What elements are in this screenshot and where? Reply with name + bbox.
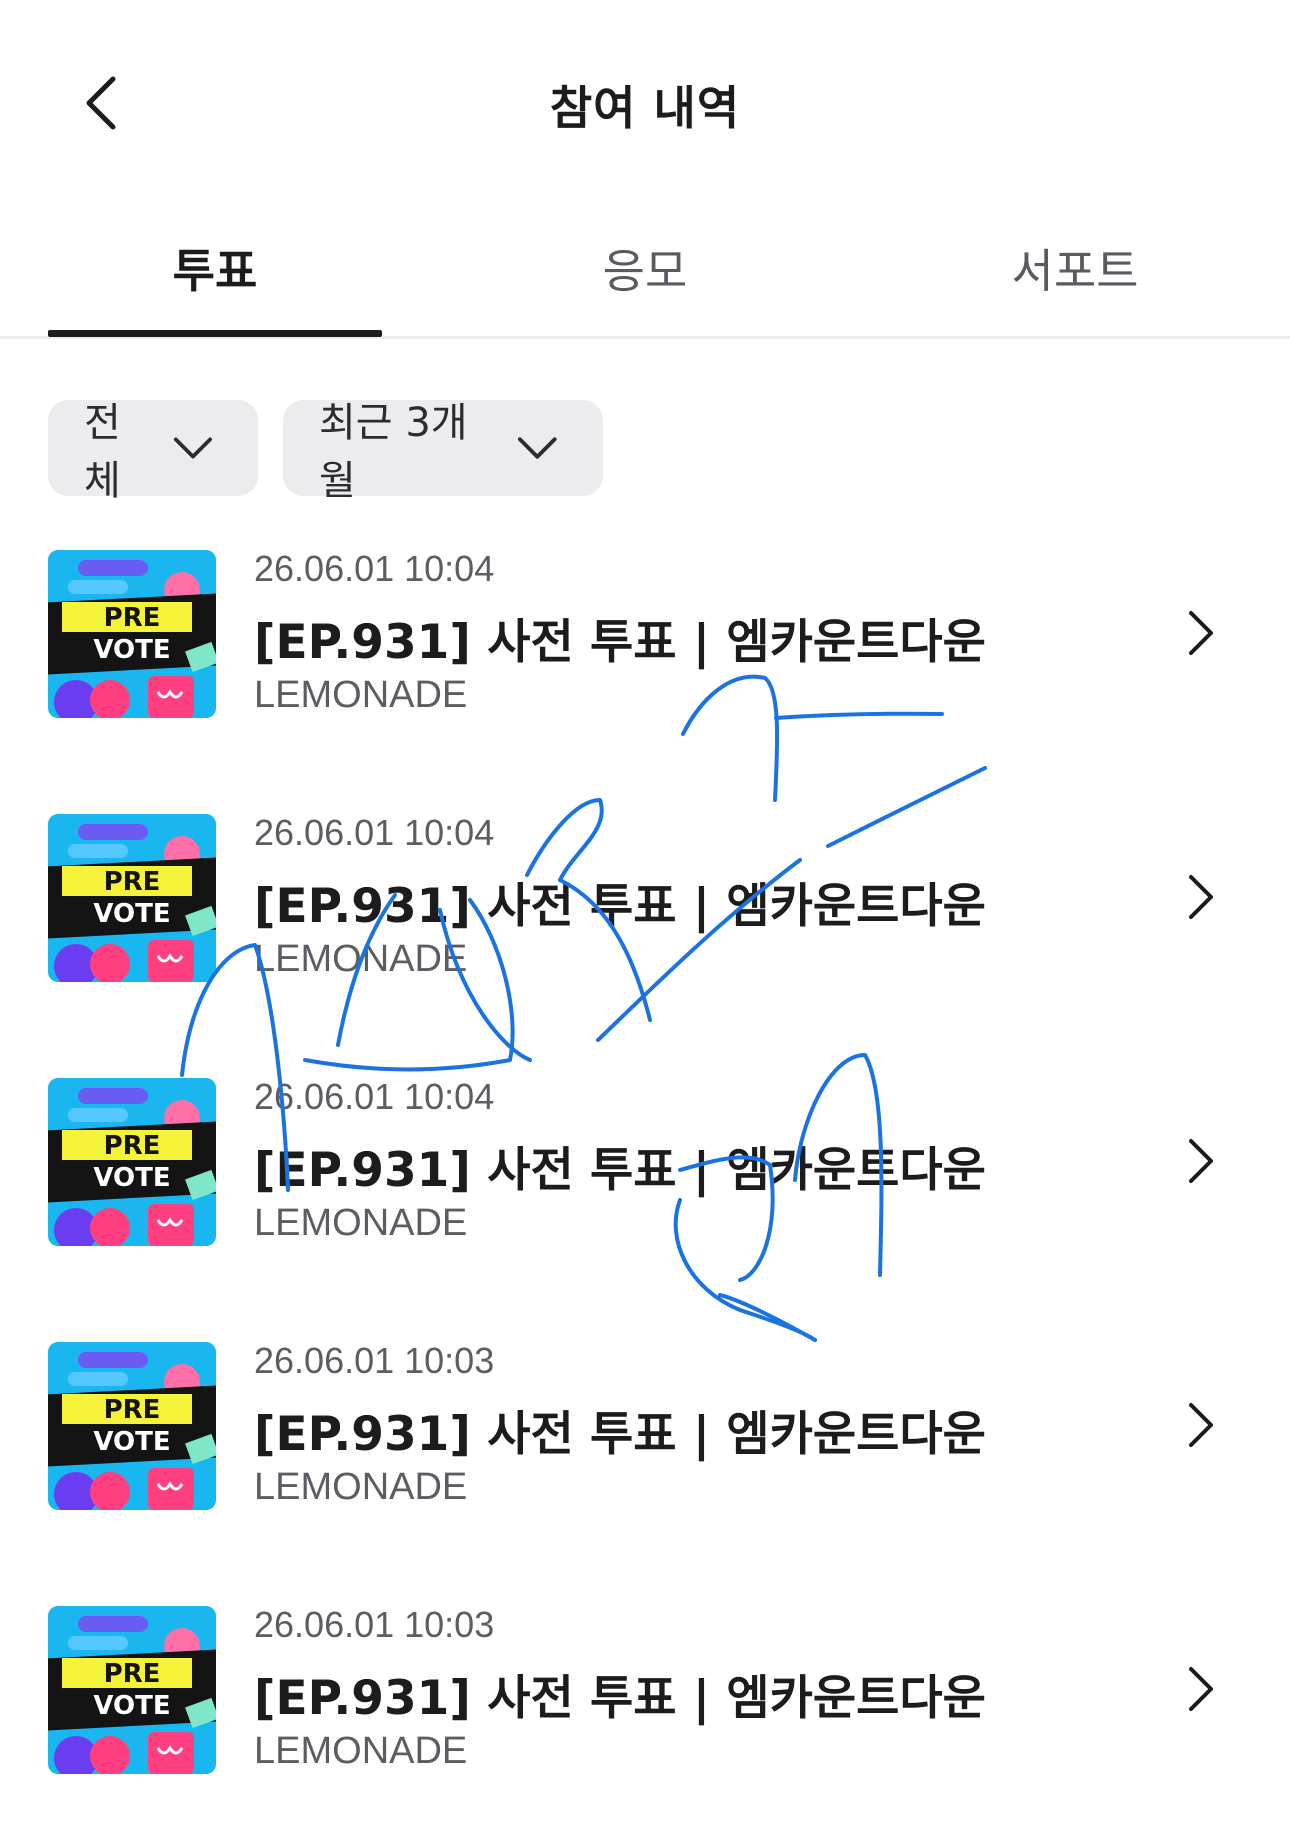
event-thumbnail: PRE VOTE bbox=[48, 1078, 216, 1246]
filter-period-dropdown[interactable]: 최근 3개월 bbox=[283, 400, 603, 504]
item-timestamp: 26.06.01 10:04 bbox=[254, 548, 495, 589]
item-title: [EP.931] 사전 투표 | 엠카운트다운 bbox=[254, 615, 986, 670]
item-subtitle: LEMONADE bbox=[254, 674, 468, 716]
list-item[interactable]: PRE VOTE 26.06.01 10:04 [EP.931] 사전 투표 |… bbox=[0, 1076, 1290, 1246]
item-title: [EP.931] 사전 투표 | 엠카운트다운 bbox=[254, 1143, 986, 1198]
list-item[interactable]: PRE VOTE 26.06.01 10:03 [EP.931] 사전 투표 |… bbox=[0, 1604, 1290, 1774]
tab-support[interactable]: 서포트 bbox=[860, 235, 1290, 301]
chevron-right-icon bbox=[1189, 875, 1213, 919]
chevron-right-icon bbox=[1189, 611, 1213, 655]
event-thumbnail: PRE VOTE bbox=[48, 1342, 216, 1510]
item-timestamp: 26.06.01 10:04 bbox=[254, 1076, 495, 1117]
chevron-down-icon bbox=[518, 437, 558, 459]
filter-all-dropdown[interactable]: 전체 bbox=[48, 400, 258, 504]
thumb-text-vote: VOTE bbox=[93, 1427, 170, 1457]
event-thumbnail: PRE VOTE bbox=[48, 814, 216, 982]
tab-vote[interactable]: 투표 bbox=[0, 235, 430, 301]
thumb-text-pre: PRE bbox=[104, 603, 161, 633]
thumb-text-vote: VOTE bbox=[93, 899, 170, 929]
filter-bar: 전체 최근 3개월 bbox=[48, 400, 603, 504]
item-title: [EP.931] 사전 투표 | 엠카운트다운 bbox=[254, 879, 986, 934]
header: 참여 내역 bbox=[0, 0, 1290, 210]
chevron-right-icon bbox=[1189, 1403, 1213, 1447]
tab-bar: 투표 응모 서포트 bbox=[0, 215, 1290, 339]
thumb-text-vote: VOTE bbox=[93, 1163, 170, 1193]
chevron-right-icon bbox=[1189, 1139, 1213, 1183]
list-item[interactable]: PRE VOTE 26.06.01 10:03 [EP.931] 사전 투표 |… bbox=[0, 1340, 1290, 1510]
thumb-text-pre: PRE bbox=[104, 867, 161, 897]
item-subtitle: LEMONADE bbox=[254, 1466, 468, 1508]
thumb-text-pre: PRE bbox=[104, 1659, 161, 1689]
thumb-text-vote: VOTE bbox=[93, 1691, 170, 1721]
item-title: [EP.931] 사전 투표 | 엠카운트다운 bbox=[254, 1671, 986, 1726]
event-thumbnail: PRE VOTE bbox=[48, 550, 216, 718]
list-item[interactable]: PRE VOTE 26.06.01 10:04 [EP.931] 사전 투표 |… bbox=[0, 548, 1290, 718]
page-title: 참여 내역 bbox=[549, 81, 741, 135]
thumb-text-pre: PRE bbox=[104, 1131, 161, 1161]
event-thumbnail: PRE VOTE bbox=[48, 1606, 216, 1774]
tab-entry[interactable]: 응모 bbox=[430, 235, 860, 301]
item-timestamp: 26.06.01 10:03 bbox=[254, 1604, 495, 1645]
chevron-right-icon bbox=[1189, 1667, 1213, 1711]
active-tab-indicator bbox=[48, 330, 382, 337]
item-subtitle: LEMONADE bbox=[254, 938, 468, 980]
item-subtitle: LEMONADE bbox=[254, 1730, 468, 1772]
item-timestamp: 26.06.01 10:04 bbox=[254, 812, 495, 853]
chevron-down-icon bbox=[173, 437, 213, 459]
item-title: [EP.931] 사전 투표 | 엠카운트다운 bbox=[254, 1407, 986, 1462]
filter-all-label: 전체 bbox=[84, 400, 121, 504]
list-item[interactable]: PRE VOTE 26.06.01 10:04 [EP.931] 사전 투표 |… bbox=[0, 812, 1290, 982]
thumb-text-pre: PRE bbox=[104, 1395, 161, 1425]
thumb-text-vote: VOTE bbox=[93, 635, 170, 665]
filter-period-label: 최근 3개월 bbox=[319, 400, 468, 504]
item-subtitle: LEMONADE bbox=[254, 1202, 468, 1244]
item-timestamp: 26.06.01 10:03 bbox=[254, 1340, 495, 1381]
